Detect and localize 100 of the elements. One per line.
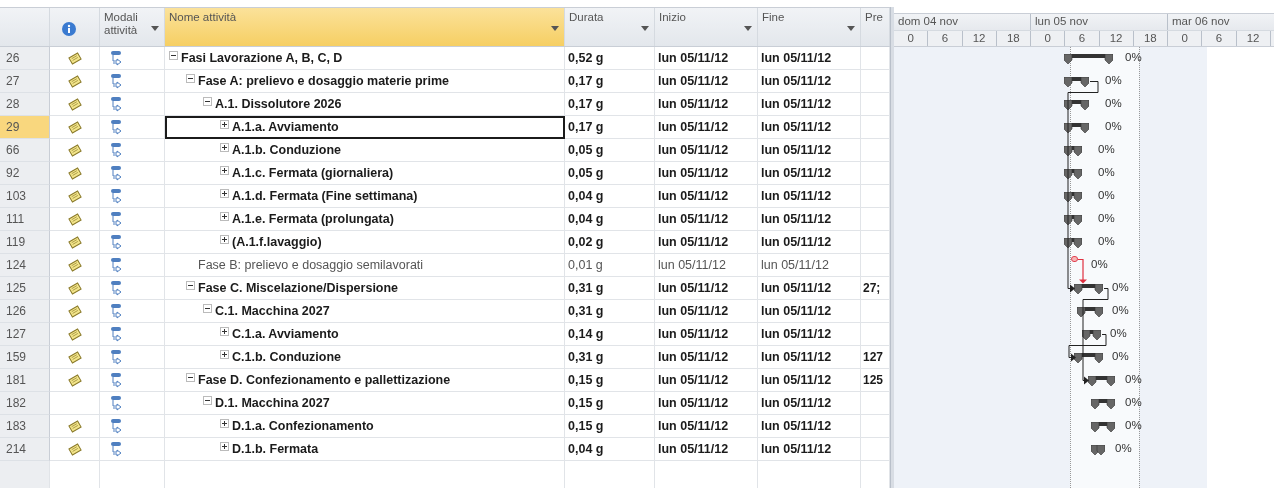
- timescale-day: lun 05 nov: [1031, 14, 1168, 30]
- table-cell[interactable]: A.1.a. Avviamento: [165, 116, 565, 139]
- timescale-hour: 6: [928, 31, 963, 46]
- timescale-hour: 12: [1099, 31, 1134, 46]
- progress-label: 0%: [1115, 442, 1132, 454]
- collapse-icon[interactable]: [186, 73, 195, 83]
- column-header[interactable]: Fine: [758, 8, 861, 46]
- column-header[interactable]: Durata: [565, 8, 655, 46]
- collapse-icon[interactable]: [169, 50, 178, 60]
- filter-arrow-icon[interactable]: [551, 26, 559, 31]
- expand-icon[interactable]: [220, 165, 229, 175]
- table-cell[interactable]: D.1. Macchina 2027: [165, 392, 565, 415]
- collapse-icon[interactable]: [203, 96, 212, 106]
- table-cell[interactable]: D.1.a. Confezionamento: [165, 415, 565, 438]
- table-cell: lun 05/11/12: [758, 185, 861, 208]
- row-number[interactable]: 183: [0, 415, 50, 438]
- note-icon: [67, 235, 82, 249]
- row-number[interactable]: 111: [0, 208, 50, 231]
- collapse-icon[interactable]: [203, 395, 212, 405]
- table-cell: 0,15 g: [565, 392, 655, 415]
- auto-schedule-icon: [110, 72, 123, 90]
- table-cell[interactable]: C.1.b. Conduzione: [165, 346, 565, 369]
- collapse-icon[interactable]: [186, 372, 195, 382]
- table-cell[interactable]: A.1.d. Fermata (Fine settimana): [165, 185, 565, 208]
- filter-arrow-icon[interactable]: [744, 26, 752, 31]
- note-icon: [67, 97, 82, 111]
- progress-label: 0%: [1105, 74, 1122, 86]
- row-number[interactable]: 29: [0, 116, 50, 139]
- table-cell: lun 05/11/12: [655, 47, 758, 70]
- row-number[interactable]: 66: [0, 139, 50, 162]
- row-number[interactable]: 125: [0, 277, 50, 300]
- row-number[interactable]: 182: [0, 392, 50, 415]
- table-cell[interactable]: Fasi Lavorazione A, B, C, D: [165, 47, 565, 70]
- table-cell[interactable]: Fase A: prelievo e dosaggio materie prime: [165, 70, 565, 93]
- progress-label: 0%: [1091, 258, 1108, 270]
- row-number[interactable]: 119: [0, 231, 50, 254]
- table-cell[interactable]: C.1. Macchina 2027: [165, 300, 565, 323]
- expand-icon[interactable]: [220, 211, 229, 221]
- table-cell: 0,31 g: [565, 346, 655, 369]
- expand-icon[interactable]: [220, 441, 229, 451]
- task-name: (A.1.f.lavaggio): [232, 235, 322, 249]
- table-cell: lun 05/11/12: [655, 346, 758, 369]
- row-number[interactable]: 127: [0, 323, 50, 346]
- filter-arrow-icon[interactable]: [641, 26, 649, 31]
- table-cell: lun 05/11/12: [655, 300, 758, 323]
- progress-label: 0%: [1098, 212, 1115, 224]
- table-cell[interactable]: Fase B: prelievo e dosaggio semilavorati: [165, 254, 565, 277]
- auto-schedule-icon: [110, 187, 123, 205]
- table-cell: lun 05/11/12: [758, 47, 861, 70]
- table-cell[interactable]: A.1.c. Fermata (giornaliera): [165, 162, 565, 185]
- expand-icon[interactable]: [220, 418, 229, 428]
- row-number[interactable]: 181: [0, 369, 50, 392]
- table-cell[interactable]: A.1.b. Conduzione: [165, 139, 565, 162]
- filter-arrow-icon[interactable]: [847, 26, 855, 31]
- expand-icon[interactable]: [220, 234, 229, 244]
- progress-label: 0%: [1112, 304, 1129, 316]
- progress-label: 0%: [1125, 51, 1142, 63]
- column-header[interactable]: Nome attività: [165, 8, 565, 46]
- filter-arrow-icon[interactable]: [151, 26, 159, 31]
- progress-label: 0%: [1098, 189, 1115, 201]
- table-cell: lun 05/11/12: [758, 208, 861, 231]
- row-number[interactable]: 103: [0, 185, 50, 208]
- table-cell: lun 05/11/12: [758, 323, 861, 346]
- expand-icon[interactable]: [220, 142, 229, 152]
- auto-schedule-icon: [110, 118, 123, 136]
- expand-icon[interactable]: [220, 119, 229, 129]
- table-cell[interactable]: A.1. Dissolutore 2026: [165, 93, 565, 116]
- expand-icon[interactable]: [220, 349, 229, 359]
- column-header[interactable]: Modali attività: [100, 8, 165, 46]
- timescale-hour: 0: [894, 31, 929, 46]
- row-number[interactable]: 27: [0, 70, 50, 93]
- note-icon: [67, 189, 82, 203]
- table-cell: lun 05/11/12: [655, 415, 758, 438]
- row-number[interactable]: 214: [0, 438, 50, 461]
- table-cell[interactable]: Fase C. Miscelazione/Dispersione: [165, 277, 565, 300]
- collapse-icon[interactable]: [186, 280, 195, 290]
- expand-icon[interactable]: [220, 188, 229, 198]
- row-number[interactable]: 26: [0, 47, 50, 70]
- column-header[interactable]: Inizio: [655, 8, 758, 46]
- table-cell: lun 05/11/12: [655, 277, 758, 300]
- table-cell: lun 05/11/12: [758, 116, 861, 139]
- row-number[interactable]: 126: [0, 300, 50, 323]
- column-header[interactable]: [50, 8, 100, 46]
- note-icon: [67, 350, 82, 364]
- timescale-hour: 6: [1065, 31, 1100, 46]
- note-icon: [67, 327, 82, 341]
- row-number[interactable]: 28: [0, 93, 50, 116]
- timescale-hour: 12: [1236, 31, 1271, 46]
- row-number[interactable]: 92: [0, 162, 50, 185]
- row-number[interactable]: 124: [0, 254, 50, 277]
- row-number[interactable]: 159: [0, 346, 50, 369]
- table-cell[interactable]: A.1.e. Fermata (prolungata): [165, 208, 565, 231]
- task-name: D.1. Macchina 2027: [215, 396, 330, 410]
- column-header[interactable]: Pre: [861, 8, 890, 46]
- progress-label: 0%: [1105, 97, 1122, 109]
- table-cell[interactable]: Fase D. Confezionamento e pallettizazione: [165, 369, 565, 392]
- table-cell[interactable]: (A.1.f.lavaggio): [165, 231, 565, 254]
- expand-icon[interactable]: [220, 326, 229, 336]
- table-cell[interactable]: C.1.a. Avviamento: [165, 323, 565, 346]
- collapse-icon[interactable]: [203, 303, 212, 313]
